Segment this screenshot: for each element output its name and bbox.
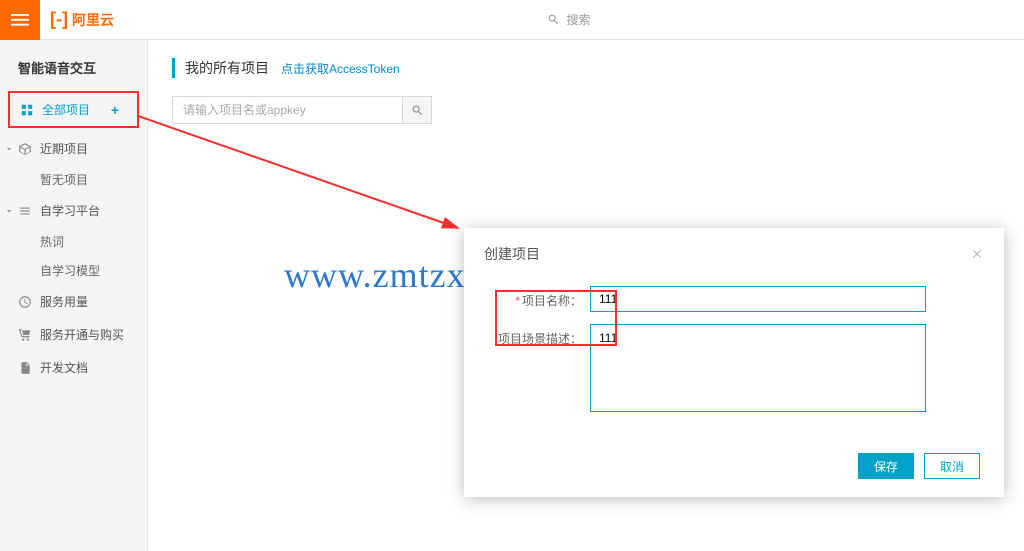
top-header: [-] 阿里云 搜索 bbox=[0, 0, 1024, 40]
layers-icon bbox=[18, 204, 32, 218]
create-project-modal: 创建项目 *项目名称： 项目场景描述： 保存 取消 bbox=[464, 228, 1004, 497]
sidebar-item-usage[interactable]: 服务用量 bbox=[0, 285, 147, 318]
logo[interactable]: [-] 阿里云 bbox=[50, 9, 114, 30]
modal-footer: 保存 取消 bbox=[464, 443, 1004, 497]
chevron-down-icon bbox=[4, 206, 14, 216]
project-scene-input[interactable] bbox=[590, 324, 926, 412]
modal-title: 创建项目 bbox=[484, 244, 540, 264]
sidebar-item-label: 全部项目 bbox=[42, 101, 90, 118]
modal-header: 创建项目 bbox=[464, 228, 1004, 276]
menu-icon bbox=[11, 11, 29, 29]
save-button[interactable]: 保存 bbox=[858, 453, 914, 479]
page-title: 我的所有项目 bbox=[185, 58, 269, 78]
header-search-area: 搜索 bbox=[114, 11, 1024, 28]
cart-icon bbox=[18, 328, 32, 342]
search-placeholder: 搜索 bbox=[566, 11, 590, 28]
sidebar-item-label: 近期项目 bbox=[40, 140, 88, 157]
search-icon bbox=[547, 13, 560, 26]
sidebar-item-all-projects[interactable]: 全部项目 + bbox=[10, 93, 137, 126]
cube-icon bbox=[18, 142, 32, 156]
project-search bbox=[172, 96, 1000, 124]
sidebar-item-label: 自学习平台 bbox=[40, 202, 100, 219]
form-label-name: *项目名称： bbox=[498, 286, 590, 309]
annotation-highlight-sidebar: 全部项目 + bbox=[8, 91, 139, 128]
modal-body: *项目名称： 项目场景描述： bbox=[464, 276, 1004, 443]
sidebar-sub-hotword[interactable]: 热词 bbox=[0, 227, 147, 256]
cancel-button[interactable]: 取消 bbox=[924, 453, 980, 479]
add-project-icon[interactable]: + bbox=[111, 102, 119, 118]
sidebar-item-label: 服务用量 bbox=[40, 293, 88, 310]
form-label-scene: 项目场景描述： bbox=[498, 324, 590, 347]
close-icon[interactable] bbox=[970, 247, 984, 261]
clock-icon bbox=[18, 295, 32, 309]
required-mark: * bbox=[515, 294, 520, 308]
grid-icon bbox=[20, 103, 34, 117]
project-name-input[interactable] bbox=[590, 286, 926, 312]
form-row-name: *项目名称： bbox=[498, 286, 970, 312]
sidebar-item-activate[interactable]: 服务开通与购买 bbox=[0, 318, 147, 351]
sidebar-item-label: 开发文档 bbox=[40, 359, 88, 376]
search-icon bbox=[411, 104, 424, 117]
logo-mark-icon: [-] bbox=[50, 9, 68, 30]
header-search[interactable]: 搜索 bbox=[547, 11, 590, 28]
doc-icon bbox=[18, 361, 32, 375]
sidebar-sub-self-model[interactable]: 自学习模型 bbox=[0, 256, 147, 285]
sidebar-title: 智能语音交互 bbox=[0, 58, 147, 91]
sidebar-item-docs[interactable]: 开发文档 bbox=[0, 351, 147, 384]
project-search-input[interactable] bbox=[172, 96, 402, 124]
page-header: 我的所有项目 点击获取AccessToken bbox=[172, 58, 1000, 78]
sidebar-sub-recent-empty: 暂无项目 bbox=[0, 165, 147, 194]
form-row-scene: 项目场景描述： bbox=[498, 324, 970, 417]
menu-button[interactable] bbox=[0, 0, 40, 40]
chevron-down-icon bbox=[4, 144, 14, 154]
project-search-button[interactable] bbox=[402, 96, 432, 124]
get-token-link[interactable]: 点击获取AccessToken bbox=[281, 60, 400, 77]
logo-text: 阿里云 bbox=[72, 10, 114, 30]
sidebar-item-recent-projects[interactable]: 近期项目 bbox=[0, 132, 147, 165]
sidebar: 智能语音交互 全部项目 + 近期项目 暂无项目 自学习平台 热词 自学习模型 服… bbox=[0, 40, 148, 551]
sidebar-item-label: 服务开通与购买 bbox=[40, 326, 124, 343]
sidebar-item-self-learn[interactable]: 自学习平台 bbox=[0, 194, 147, 227]
